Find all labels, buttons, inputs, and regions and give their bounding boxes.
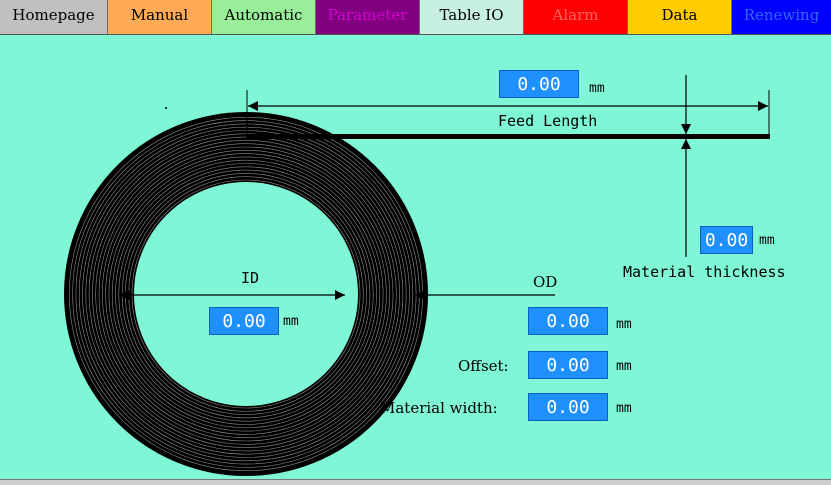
- coil-rings: [64, 112, 428, 476]
- tab-table-io[interactable]: Table IO: [420, 0, 524, 34]
- feed-length-unit: mm: [589, 81, 605, 96]
- material-thickness-unit: mm: [759, 233, 775, 248]
- tab-automatic[interactable]: Automatic: [212, 0, 316, 34]
- tab-bar: Homepage Manual Automatic Parameter Tabl…: [0, 0, 831, 35]
- offset-unit: mm: [616, 359, 632, 374]
- feed-length-label: Feed Length: [498, 112, 598, 130]
- material-width-unit: mm: [616, 401, 632, 416]
- material-thickness-field[interactable]: 0.00: [700, 226, 753, 254]
- material-strip: [246, 134, 770, 139]
- diagram-area: 0.00 mm Feed Length 0.00 mm Material thi…: [0, 35, 831, 485]
- offset-label: Offset:: [458, 357, 509, 375]
- od-field[interactable]: 0.00: [528, 307, 608, 335]
- screen: Homepage Manual Automatic Parameter Tabl…: [0, 0, 831, 485]
- material-width-field[interactable]: 0.00: [528, 393, 608, 421]
- od-label: OD: [533, 273, 558, 291]
- od-unit: mm: [616, 317, 632, 332]
- tab-homepage[interactable]: Homepage: [0, 0, 108, 34]
- id-label: ID: [241, 269, 260, 287]
- material-thickness-label: Material thickness: [623, 263, 786, 281]
- material-width-label: Material width:: [380, 399, 498, 417]
- coil-diagram: [64, 75, 770, 476]
- tab-alarm[interactable]: Alarm: [524, 0, 628, 34]
- feed-length-field[interactable]: 0.00: [499, 70, 579, 98]
- tab-data[interactable]: Data: [628, 0, 732, 34]
- id-unit: mm: [283, 314, 299, 329]
- tab-manual[interactable]: Manual: [108, 0, 212, 34]
- tab-renewing[interactable]: Renewing: [732, 0, 831, 34]
- status-strip: [0, 479, 831, 485]
- tab-parameter[interactable]: Parameter: [316, 0, 420, 34]
- offset-field[interactable]: 0.00: [528, 351, 608, 379]
- id-field[interactable]: 0.00: [209, 307, 279, 335]
